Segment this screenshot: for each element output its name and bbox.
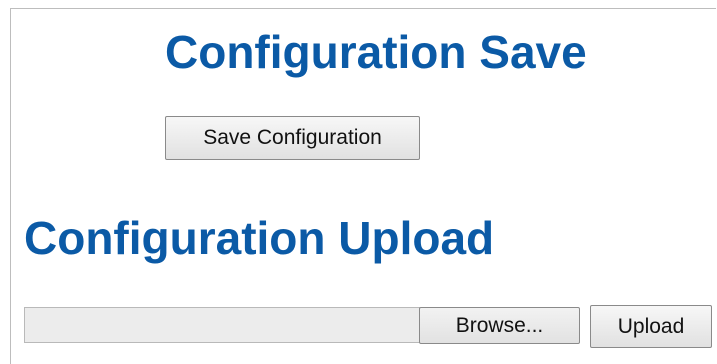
file-path-field[interactable] (24, 307, 420, 343)
configuration-save-heading: Configuration Save (165, 26, 587, 78)
configuration-upload-heading: Configuration Upload (24, 212, 495, 264)
upload-button[interactable]: Upload (590, 305, 712, 348)
save-configuration-button[interactable]: Save Configuration (165, 116, 420, 160)
browse-button[interactable]: Browse... (419, 307, 580, 344)
